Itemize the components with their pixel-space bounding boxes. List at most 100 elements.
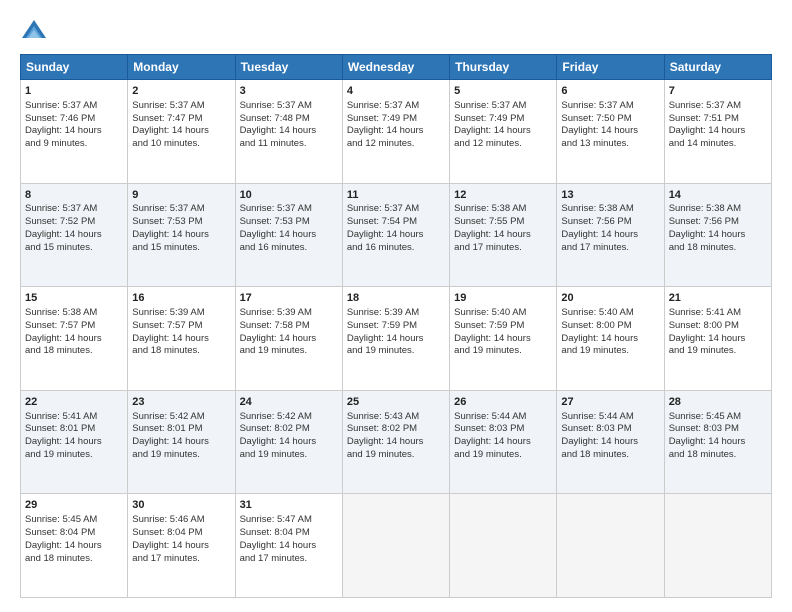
day-info: Daylight: 14 hours [669, 125, 767, 138]
col-header-friday: Friday [557, 55, 664, 80]
day-info: Daylight: 14 hours [454, 125, 552, 138]
col-header-wednesday: Wednesday [342, 55, 449, 80]
calendar-cell: 13Sunrise: 5:38 AMSunset: 7:56 PMDayligh… [557, 183, 664, 287]
day-info: Sunrise: 5:38 AM [561, 203, 659, 216]
day-info: Sunrise: 5:44 AM [454, 411, 552, 424]
day-number: 4 [347, 84, 445, 99]
day-number: 15 [25, 291, 123, 306]
day-number: 28 [669, 395, 767, 410]
day-info: Sunrise: 5:44 AM [561, 411, 659, 424]
day-number: 26 [454, 395, 552, 410]
day-info: Daylight: 14 hours [240, 436, 338, 449]
calendar-cell: 6Sunrise: 5:37 AMSunset: 7:50 PMDaylight… [557, 80, 664, 184]
day-info: Sunset: 8:01 PM [132, 423, 230, 436]
day-info: Daylight: 14 hours [240, 333, 338, 346]
col-header-thursday: Thursday [450, 55, 557, 80]
day-info: Sunset: 7:51 PM [669, 113, 767, 126]
day-info: Sunset: 7:54 PM [347, 216, 445, 229]
calendar-cell: 8Sunrise: 5:37 AMSunset: 7:52 PMDaylight… [21, 183, 128, 287]
day-info: Sunset: 7:58 PM [240, 320, 338, 333]
logo [20, 18, 52, 46]
col-header-tuesday: Tuesday [235, 55, 342, 80]
calendar-cell: 29Sunrise: 5:45 AMSunset: 8:04 PMDayligh… [21, 494, 128, 598]
day-number: 7 [669, 84, 767, 99]
day-info: Sunrise: 5:37 AM [347, 203, 445, 216]
calendar-cell: 15Sunrise: 5:38 AMSunset: 7:57 PMDayligh… [21, 287, 128, 391]
day-info: Daylight: 14 hours [561, 229, 659, 242]
day-info: Daylight: 14 hours [347, 333, 445, 346]
day-info: and 19 minutes. [347, 345, 445, 358]
calendar-cell: 10Sunrise: 5:37 AMSunset: 7:53 PMDayligh… [235, 183, 342, 287]
calendar-cell: 1Sunrise: 5:37 AMSunset: 7:46 PMDaylight… [21, 80, 128, 184]
calendar-cell: 20Sunrise: 5:40 AMSunset: 8:00 PMDayligh… [557, 287, 664, 391]
day-number: 30 [132, 498, 230, 513]
day-info: Daylight: 14 hours [132, 540, 230, 553]
day-info: Sunset: 7:56 PM [561, 216, 659, 229]
day-info: and 18 minutes. [132, 345, 230, 358]
day-number: 17 [240, 291, 338, 306]
day-info: and 19 minutes. [347, 449, 445, 462]
day-info: Daylight: 14 hours [240, 540, 338, 553]
calendar-cell: 28Sunrise: 5:45 AMSunset: 8:03 PMDayligh… [664, 390, 771, 494]
day-number: 14 [669, 188, 767, 203]
day-info: Daylight: 14 hours [561, 436, 659, 449]
calendar-cell: 19Sunrise: 5:40 AMSunset: 7:59 PMDayligh… [450, 287, 557, 391]
day-info: Daylight: 14 hours [669, 333, 767, 346]
day-info: Sunrise: 5:37 AM [561, 100, 659, 113]
day-info: Sunrise: 5:38 AM [669, 203, 767, 216]
calendar-table: SundayMondayTuesdayWednesdayThursdayFrid… [20, 54, 772, 598]
day-number: 21 [669, 291, 767, 306]
calendar-cell: 31Sunrise: 5:47 AMSunset: 8:04 PMDayligh… [235, 494, 342, 598]
day-info: and 19 minutes. [454, 449, 552, 462]
day-info: Sunrise: 5:40 AM [561, 307, 659, 320]
day-info: Sunrise: 5:41 AM [25, 411, 123, 424]
day-number: 9 [132, 188, 230, 203]
day-info: and 19 minutes. [669, 345, 767, 358]
day-info: Sunrise: 5:39 AM [132, 307, 230, 320]
day-info: and 9 minutes. [25, 138, 123, 151]
day-info: Sunrise: 5:46 AM [132, 514, 230, 527]
day-info: Sunrise: 5:45 AM [669, 411, 767, 424]
day-number: 20 [561, 291, 659, 306]
day-info: Sunrise: 5:37 AM [25, 100, 123, 113]
day-info: Sunset: 8:03 PM [561, 423, 659, 436]
day-number: 22 [25, 395, 123, 410]
day-info: and 19 minutes. [240, 345, 338, 358]
header-row: SundayMondayTuesdayWednesdayThursdayFrid… [21, 55, 772, 80]
day-number: 23 [132, 395, 230, 410]
calendar-cell [664, 494, 771, 598]
calendar-cell [557, 494, 664, 598]
day-info: Sunset: 7:49 PM [454, 113, 552, 126]
calendar-cell: 25Sunrise: 5:43 AMSunset: 8:02 PMDayligh… [342, 390, 449, 494]
calendar-cell: 14Sunrise: 5:38 AMSunset: 7:56 PMDayligh… [664, 183, 771, 287]
day-info: Daylight: 14 hours [347, 229, 445, 242]
day-info: and 13 minutes. [561, 138, 659, 151]
col-header-sunday: Sunday [21, 55, 128, 80]
day-number: 2 [132, 84, 230, 99]
calendar-week-5: 29Sunrise: 5:45 AMSunset: 8:04 PMDayligh… [21, 494, 772, 598]
day-number: 5 [454, 84, 552, 99]
calendar-cell [342, 494, 449, 598]
day-info: Sunset: 7:56 PM [669, 216, 767, 229]
calendar-cell: 30Sunrise: 5:46 AMSunset: 8:04 PMDayligh… [128, 494, 235, 598]
day-number: 16 [132, 291, 230, 306]
day-info: and 17 minutes. [561, 242, 659, 255]
day-info: Sunset: 7:52 PM [25, 216, 123, 229]
calendar-cell: 3Sunrise: 5:37 AMSunset: 7:48 PMDaylight… [235, 80, 342, 184]
calendar-cell: 21Sunrise: 5:41 AMSunset: 8:00 PMDayligh… [664, 287, 771, 391]
calendar-cell: 24Sunrise: 5:42 AMSunset: 8:02 PMDayligh… [235, 390, 342, 494]
day-info: Sunrise: 5:37 AM [454, 100, 552, 113]
day-info: Sunrise: 5:42 AM [240, 411, 338, 424]
day-info: Daylight: 14 hours [25, 229, 123, 242]
day-info: Sunrise: 5:40 AM [454, 307, 552, 320]
logo-icon [20, 18, 48, 46]
day-info: and 14 minutes. [669, 138, 767, 151]
day-info: Sunset: 7:53 PM [240, 216, 338, 229]
day-info: Sunset: 7:49 PM [347, 113, 445, 126]
day-info: and 17 minutes. [240, 553, 338, 566]
day-info: and 19 minutes. [454, 345, 552, 358]
day-number: 11 [347, 188, 445, 203]
day-number: 31 [240, 498, 338, 513]
day-info: Sunset: 8:02 PM [240, 423, 338, 436]
calendar-week-2: 8Sunrise: 5:37 AMSunset: 7:52 PMDaylight… [21, 183, 772, 287]
